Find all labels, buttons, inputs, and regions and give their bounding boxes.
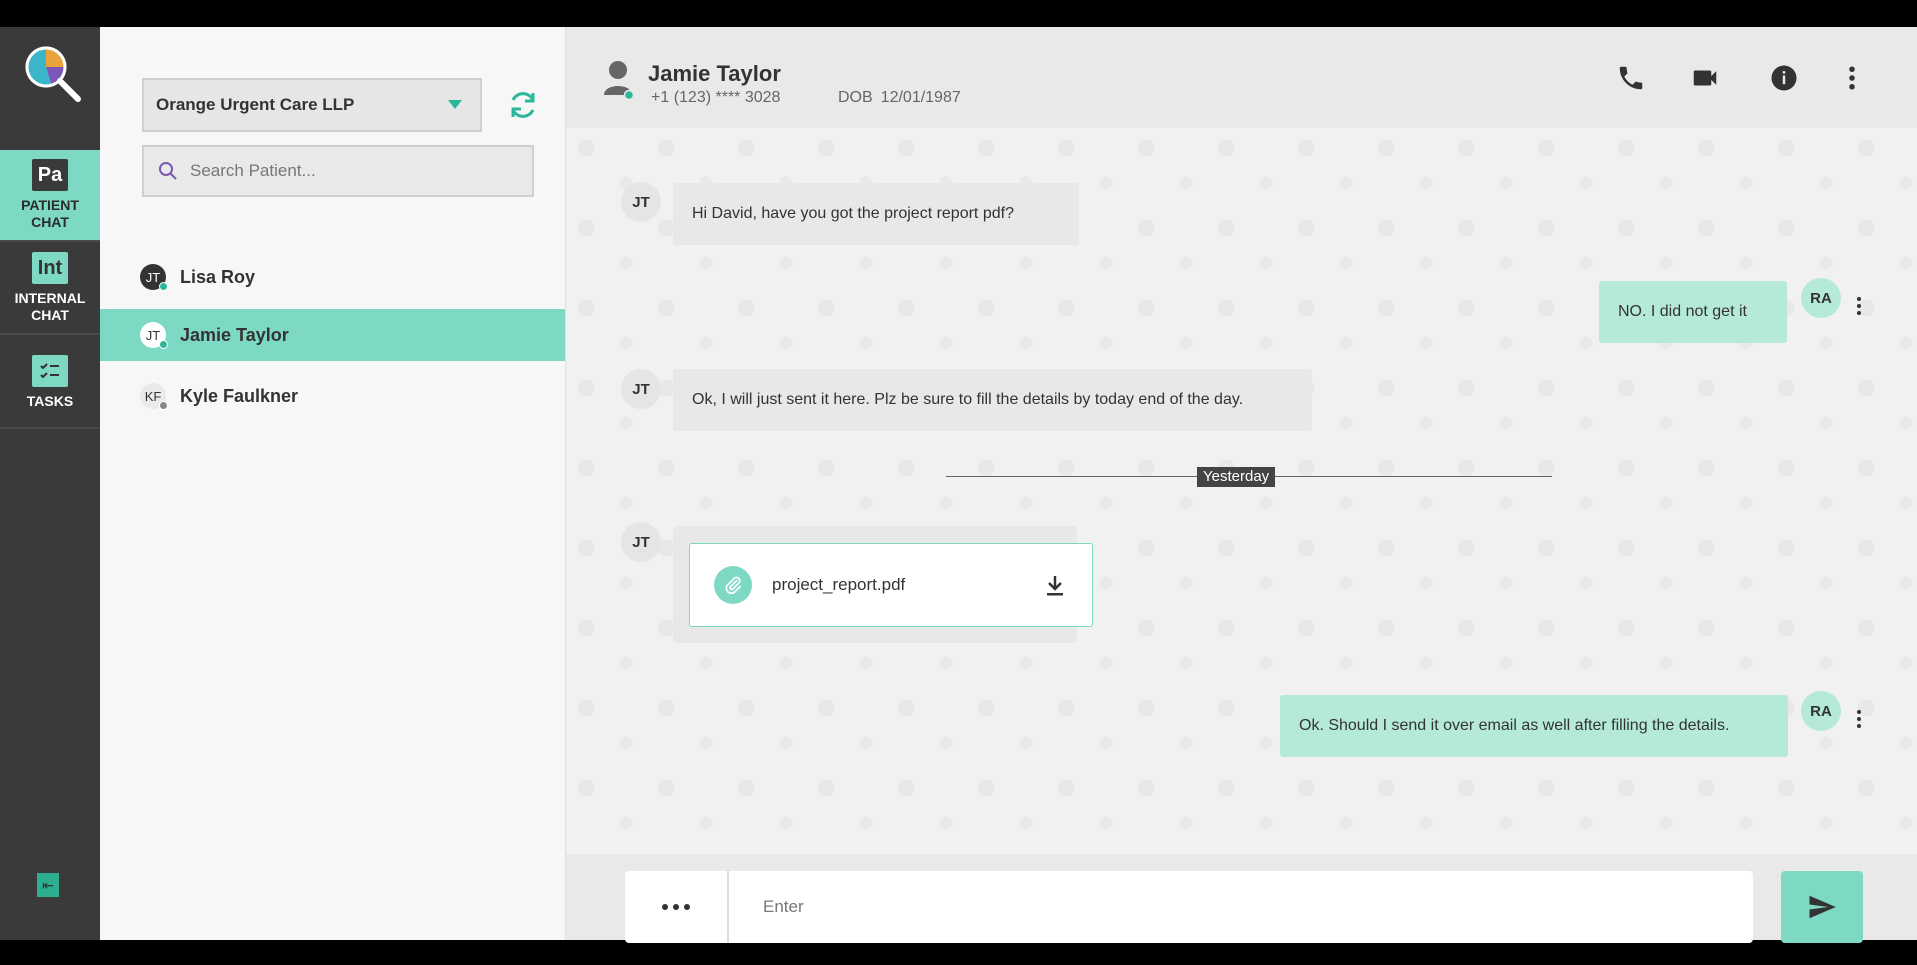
avatar: JT <box>140 322 168 349</box>
avatar: JT <box>621 522 661 562</box>
patient-chat-icon: Pa <box>32 159 68 191</box>
divider <box>0 427 100 429</box>
send-button[interactable] <box>1781 871 1863 943</box>
more-options-button[interactable] <box>625 871 729 943</box>
info-icon[interactable] <box>1769 63 1799 93</box>
nav-label: CHAT <box>31 307 69 323</box>
dob-label: DOB <box>838 89 873 106</box>
avatar-initials: KF <box>144 388 162 404</box>
nav-label: INTERNAL <box>14 290 86 306</box>
patient-name: Kyle Faulkner <box>180 385 299 406</box>
message-options-icon[interactable] <box>1854 709 1864 729</box>
nav-label: CHAT <box>31 214 69 230</box>
organization-select[interactable]: Orange Urgent Care LLP <box>142 78 482 132</box>
message-input[interactable] <box>729 871 1753 943</box>
patient-name: Lisa Roy <box>180 266 256 287</box>
avatar-initials: JT <box>145 269 161 285</box>
nav-rail: Pa PATIENT CHAT Int INTERNAL CHAT TASKS … <box>0 27 100 940</box>
avatar: JT <box>621 369 661 409</box>
chat-contact-dob: DOB 12/01/1987 <box>838 89 961 107</box>
search-patient <box>142 145 534 197</box>
tasks-icon <box>32 354 68 387</box>
message-bubble-incoming: Ok, I will just sent it here. Plz be sur… <box>673 369 1312 431</box>
dob-value: 12/01/1987 <box>880 89 961 106</box>
search-icon <box>159 162 177 180</box>
avatar: RA <box>1801 691 1841 731</box>
patient-item-jamie-taylor[interactable]: JT Jamie Taylor <box>100 309 565 361</box>
search-input[interactable] <box>190 161 510 181</box>
divider <box>0 240 100 242</box>
message-options-icon[interactable] <box>1854 296 1864 316</box>
online-status-dot <box>159 340 168 349</box>
message-list: JT Hi David, have you got the project re… <box>566 128 1917 854</box>
patient-item-lisa-roy[interactable]: JT Lisa Roy <box>100 251 565 303</box>
date-divider-label: Yesterday <box>1197 467 1276 487</box>
avatar: KF <box>140 383 168 410</box>
message-bubble-outgoing: Ok. Should I send it over email as well … <box>1280 695 1788 757</box>
file-attachment[interactable]: project_report.pdf <box>689 543 1093 627</box>
video-camera-icon[interactable] <box>1690 63 1720 93</box>
internal-chat-icon: Int <box>32 252 68 284</box>
patient-name: Jamie Taylor <box>180 324 289 345</box>
organization-select-value: Orange Urgent Care LLP <box>156 95 355 114</box>
avatar: RA <box>1801 278 1841 318</box>
nav-internal-chat[interactable]: Int INTERNAL CHAT <box>0 244 100 332</box>
collapse-sidebar-icon[interactable]: ⇤ <box>37 873 59 897</box>
nav-label: TASKS <box>26 392 74 409</box>
app-frame: Pa PATIENT CHAT Int INTERNAL CHAT TASKS … <box>0 27 1917 943</box>
paperclip-icon <box>714 566 752 604</box>
download-icon[interactable] <box>1044 574 1066 598</box>
caret-down-icon <box>448 100 462 109</box>
nav-tasks[interactable]: TASKS <box>0 337 100 427</box>
chat-header: Jamie Taylor +1 (123) **** 3028 DOB 12/01… <box>566 27 1917 128</box>
app-logo-icon <box>25 46 81 102</box>
message-bubble-file: project_report.pdf <box>673 526 1093 643</box>
message-composer <box>566 854 1917 943</box>
patient-list-panel: Orange Urgent Care LLP JT Lisa Roy <box>100 27 566 940</box>
avatar-initials: JT <box>145 327 161 343</box>
chat-contact-name: Jamie Taylor <box>648 61 781 86</box>
nav-patient-chat[interactable]: Pa PATIENT CHAT <box>0 150 100 240</box>
online-status-dot <box>159 282 168 291</box>
more-vertical-icon[interactable] <box>1837 63 1867 93</box>
chat-contact-phone: +1 (123) **** 3028 <box>651 89 781 106</box>
file-name: project_report.pdf <box>772 575 906 594</box>
user-icon <box>604 61 634 99</box>
message-bubble-incoming: Hi David, have you got the project repor… <box>673 183 1079 245</box>
patient-item-kyle-faulkner[interactable]: KF Kyle Faulkner <box>100 370 565 422</box>
avatar: JT <box>621 182 661 222</box>
send-icon <box>1809 895 1836 919</box>
nav-label: PATIENT <box>21 197 79 213</box>
phone-icon[interactable] <box>1616 63 1646 93</box>
avatar: JT <box>140 264 168 291</box>
chat-area: Jamie Taylor +1 (123) **** 3028 DOB 12/01… <box>566 27 1917 943</box>
message-bubble-outgoing: NO. I did not get it <box>1599 281 1787 343</box>
offline-status-dot <box>159 401 168 410</box>
divider <box>0 333 100 335</box>
refresh-icon[interactable] <box>506 88 540 122</box>
